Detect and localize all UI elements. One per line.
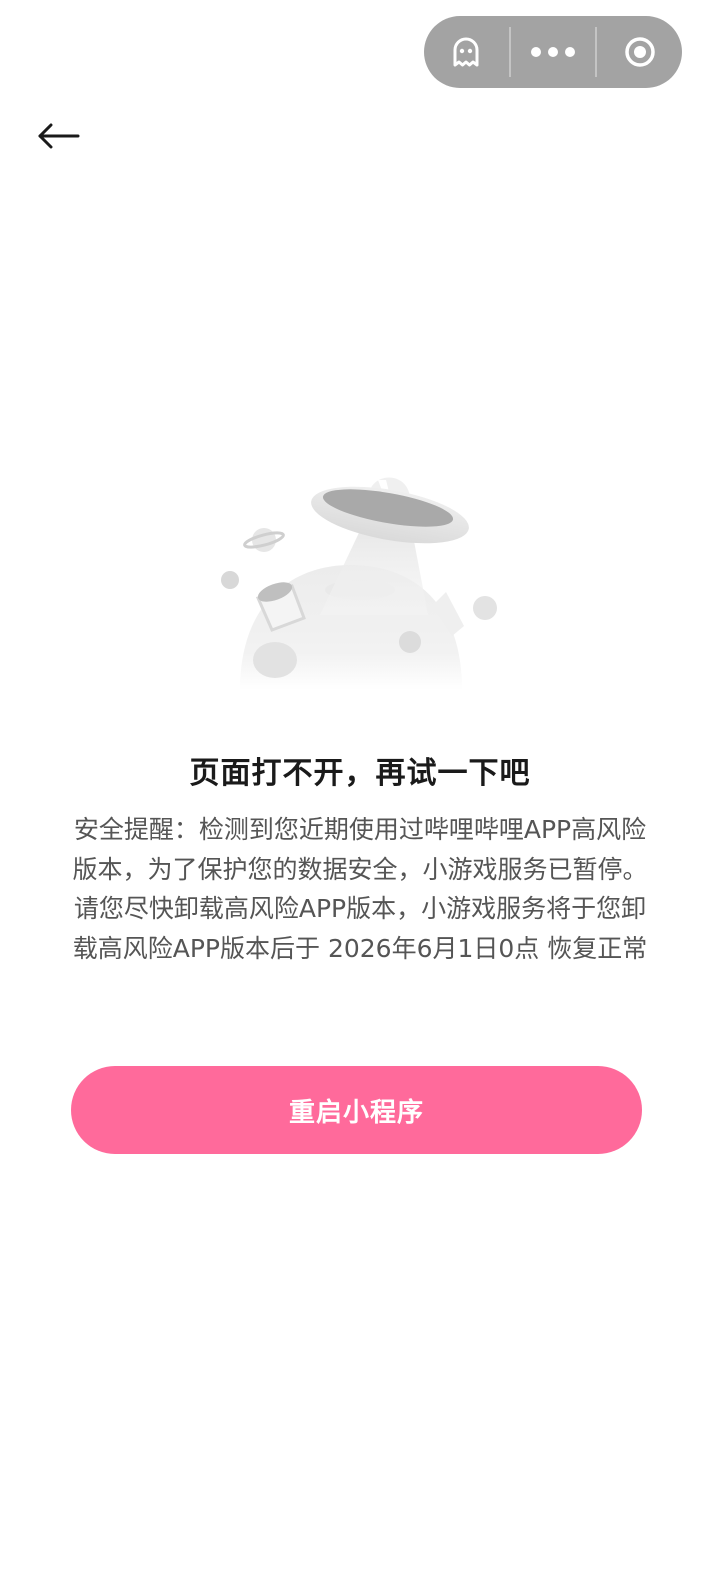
more-dots-icon (531, 47, 575, 57)
mini-program-capsule (424, 16, 682, 88)
error-title: 页面打不开，再试一下吧 (189, 756, 531, 791)
ufo-planet-illustration (200, 440, 520, 720)
target-icon (624, 37, 655, 67)
ghost-button[interactable] (424, 16, 509, 88)
ghost-icon (453, 37, 479, 67)
back-arrow-icon (38, 123, 80, 149)
back-button[interactable] (36, 112, 96, 160)
close-mini-program-button[interactable] (597, 16, 682, 88)
restart-mini-program-button[interactable]: 重启小程序 (71, 1066, 642, 1154)
error-message: 安全提醒：检测到您近期使用过哔哩哔哩APP高风险版本，为了保护您的数据安全，小游… (72, 815, 648, 963)
more-button[interactable] (511, 16, 596, 88)
